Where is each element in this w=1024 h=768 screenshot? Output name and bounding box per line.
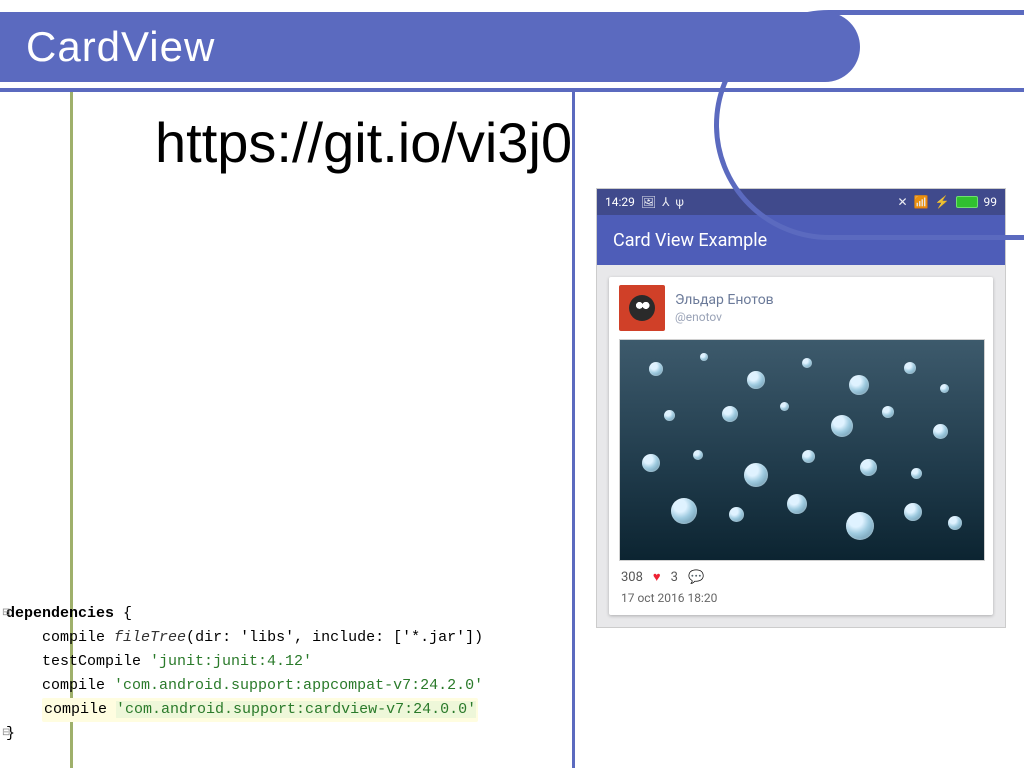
- usb-icon: ψ: [675, 195, 683, 209]
- status-time: 14:29: [605, 195, 635, 209]
- code-line: compile 'com.android.support:appcompat-v…: [6, 674, 566, 698]
- avatar: [619, 285, 665, 331]
- vertical-guide-right: [572, 92, 575, 768]
- code-string: 'com.android.support:cardview-v7:24.0.0': [116, 701, 476, 718]
- code-line: compile 'com.android.support:cardview-v7…: [6, 698, 566, 722]
- image-icon: 🖼: [641, 195, 656, 209]
- post-card: Эльдар Енотов @enotov: [609, 277, 993, 615]
- likes-count: 308: [621, 570, 643, 585]
- title-band: CardView: [0, 12, 860, 82]
- card-header: Эльдар Енотов @enotov: [609, 277, 993, 339]
- code-string: 'junit:junit:4.12': [150, 653, 312, 670]
- code-line: ⊟dependencies {: [6, 602, 566, 626]
- slide-title: CardView: [26, 23, 215, 71]
- android-screenshot: 14:29 🖼 ⅄ ψ ✕ 📶 ⚡ 99 Card View Example Э…: [596, 188, 1006, 628]
- author-handle: @enotov: [675, 310, 774, 324]
- code-line: testCompile 'junit:junit:4.12': [6, 650, 566, 674]
- code-line: compile fileTree(dir: 'libs', include: […: [6, 626, 566, 650]
- post-date: 17 oct 2016 18:20: [609, 591, 993, 615]
- share-icon: ⅄: [662, 195, 669, 209]
- heart-icon[interactable]: ♥: [653, 569, 661, 585]
- author-name: Эльдар Енотов: [675, 292, 774, 308]
- code-line: ⊟}: [6, 722, 566, 746]
- code-args: dir: 'libs', include: ['*.jar']: [195, 629, 474, 646]
- comment-icon[interactable]: 💬: [688, 570, 704, 585]
- gradle-code-block: ⊟dependencies { compile fileTree(dir: 'l…: [6, 602, 566, 746]
- card-footer: 308 ♥ 3 💬: [609, 561, 993, 591]
- app-title: Card View Example: [613, 230, 767, 251]
- title-underline: [0, 88, 1024, 92]
- comments-count: 3: [671, 570, 678, 585]
- short-url: https://git.io/vi3j0: [155, 110, 572, 175]
- code-string: 'com.android.support:appcompat-v7:24.2.0…: [114, 677, 483, 694]
- slide: CardView https://git.io/vi3j0 ⊟dependenc…: [0, 0, 1024, 768]
- post-image-raindrops: [619, 339, 985, 561]
